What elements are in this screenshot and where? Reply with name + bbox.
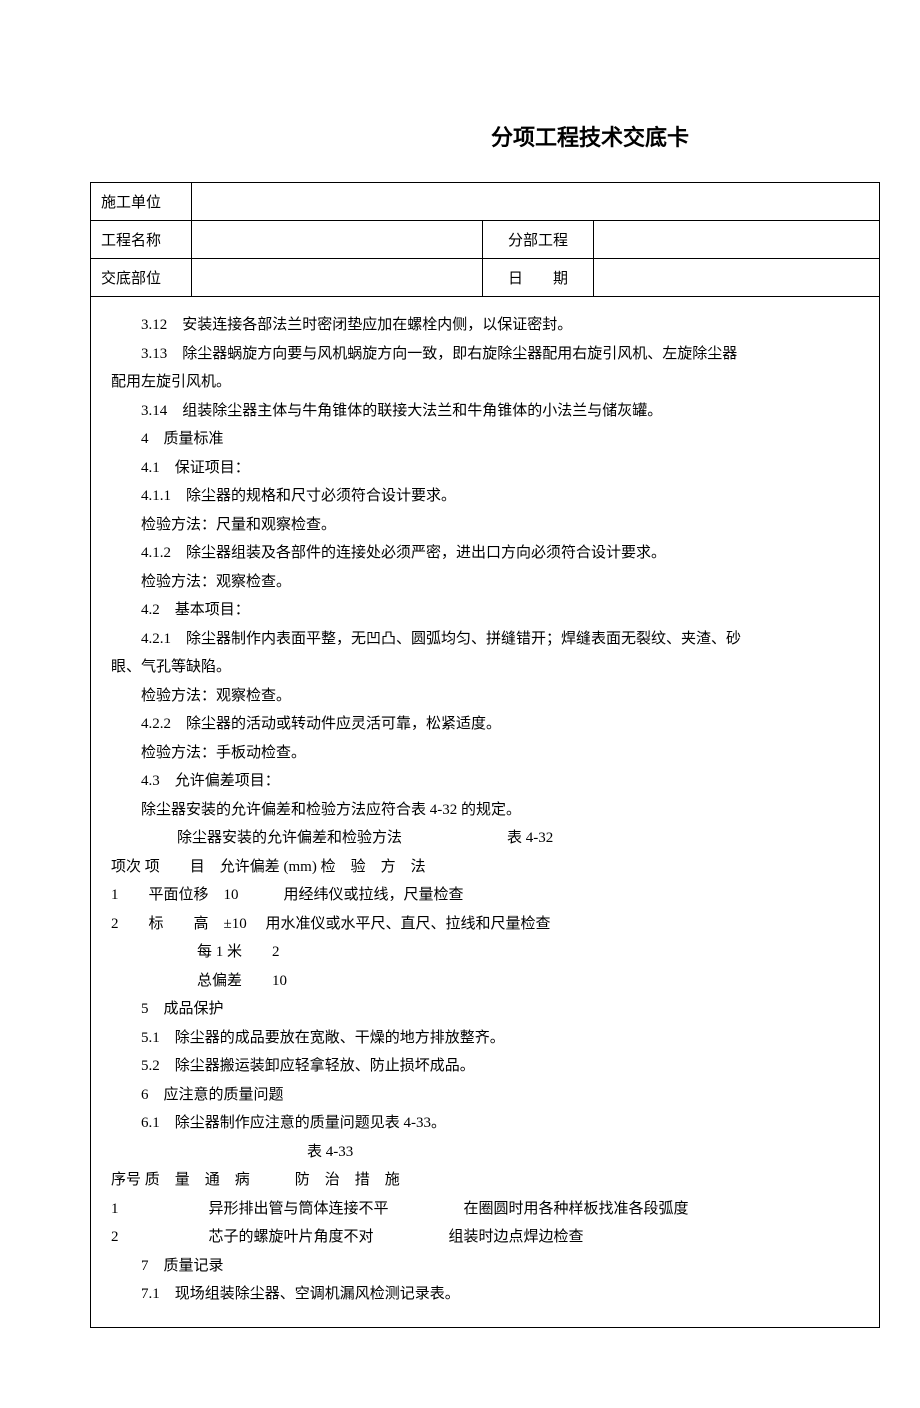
table-4-32-row4: 总偏差 10 bbox=[107, 967, 863, 996]
line-4-1-2: 4.1.2 除尘器组装及各部件的连接处必须严密，进出口方向必须符合设计要求。 bbox=[107, 539, 863, 568]
label-construction-unit: 施工单位 bbox=[91, 183, 192, 221]
line-4-2-1b: 眼、气孔等缺陷。 bbox=[107, 653, 863, 682]
table-4-32-title: 除尘器安装的允许偏差和检验方法 表 4-32 bbox=[107, 824, 863, 853]
line-6: 6 应注意的质量问题 bbox=[107, 1081, 863, 1110]
line-4-2-2: 4.2.2 除尘器的活动或转动件应灵活可靠，松紧适度。 bbox=[107, 710, 863, 739]
page-title: 分项工程技术交底卡 bbox=[300, 120, 880, 152]
line-6-1: 6.1 除尘器制作应注意的质量问题见表 4-33。 bbox=[107, 1109, 863, 1138]
line-check-3: 检验方法：观察检查。 bbox=[107, 682, 863, 711]
row-project-name: 工程名称 分部工程 bbox=[91, 221, 880, 259]
table-4-33-row1: 1 异形排出管与筒体连接不平 在圈圆时用各种样板找准各段弧度 bbox=[107, 1195, 863, 1224]
line-4-1-1: 4.1.1 除尘器的规格和尺寸必须符合设计要求。 bbox=[107, 482, 863, 511]
table-4-32-row1: 1 平面位移 10 用经纬仪或拉线，尺量检查 bbox=[107, 881, 863, 910]
content-cell: 3.12 安装连接各部法兰时密闭垫应加在螺栓内侧，以保证密封。 3.13 除尘器… bbox=[91, 297, 880, 1328]
label-disclosure-part: 交底部位 bbox=[91, 259, 192, 297]
table-4-33-header: 序号 质 量 通 病 防 治 措 施 bbox=[107, 1166, 863, 1195]
form-table: 施工单位 工程名称 分部工程 交底部位 日 期 3.12 安装连接各部法兰时密闭… bbox=[90, 182, 880, 1328]
table-4-33-row2: 2 芯子的螺旋叶片角度不对 组装时边点焊边检查 bbox=[107, 1223, 863, 1252]
line-7-1: 7.1 现场组装除尘器、空调机漏风检测记录表。 bbox=[107, 1280, 863, 1309]
row-construction-unit: 施工单位 bbox=[91, 183, 880, 221]
value-construction-unit bbox=[192, 183, 880, 221]
line-5-1: 5.1 除尘器的成品要放在宽敞、干燥的地方排放整齐。 bbox=[107, 1024, 863, 1053]
document-page: 分项工程技术交底卡 施工单位 工程名称 分部工程 交底部位 日 期 3.12 安… bbox=[0, 0, 920, 1408]
line-check-2: 检验方法：观察检查。 bbox=[107, 568, 863, 597]
line-4-2: 4.2 基本项目： bbox=[107, 596, 863, 625]
line-4-3: 4.3 允许偏差项目： bbox=[107, 767, 863, 796]
line-check-1: 检验方法：尺量和观察检查。 bbox=[107, 511, 863, 540]
value-date bbox=[594, 259, 880, 297]
line-3-14: 3.14 组装除尘器主体与牛角锥体的联接大法兰和牛角锥体的小法兰与储灰罐。 bbox=[107, 397, 863, 426]
row-body: 3.12 安装连接各部法兰时密闭垫应加在螺栓内侧，以保证密封。 3.13 除尘器… bbox=[91, 297, 880, 1328]
line-3-13b: 配用左旋引风机。 bbox=[107, 368, 863, 397]
line-4-1: 4.1 保证项目： bbox=[107, 454, 863, 483]
label-project-name: 工程名称 bbox=[91, 221, 192, 259]
line-4-3-desc: 除尘器安装的允许偏差和检验方法应符合表 4-32 的规定。 bbox=[107, 796, 863, 825]
table-4-32-header: 项次 项 目 允许偏差 (mm) 检 验 方 法 bbox=[107, 853, 863, 882]
table-4-33-title: 表 4-33 bbox=[107, 1138, 863, 1167]
label-subdivision: 分部工程 bbox=[483, 221, 594, 259]
line-4: 4 质量标准 bbox=[107, 425, 863, 454]
line-5: 5 成品保护 bbox=[107, 995, 863, 1024]
value-subdivision bbox=[594, 221, 880, 259]
line-4-2-1: 4.2.1 除尘器制作内表面平整，无凹凸、圆弧均匀、拼缝错开；焊缝表面无裂纹、夹… bbox=[107, 625, 863, 654]
value-disclosure-part bbox=[192, 259, 483, 297]
row-disclosure-part: 交底部位 日 期 bbox=[91, 259, 880, 297]
line-7: 7 质量记录 bbox=[107, 1252, 863, 1281]
table-4-32-row2: 2 标 高 ±10 用水准仪或水平尺、直尺、拉线和尺量检查 bbox=[107, 910, 863, 939]
line-5-2: 5.2 除尘器搬运装卸应轻拿轻放、防止损坏成品。 bbox=[107, 1052, 863, 1081]
line-3-13: 3.13 除尘器蜗旋方向要与风机蜗旋方向一致，即右旋除尘器配用右旋引风机、左旋除… bbox=[107, 340, 863, 369]
value-project-name bbox=[192, 221, 483, 259]
table-4-32-row3: 每 1 米 2 bbox=[107, 938, 863, 967]
line-3-12: 3.12 安装连接各部法兰时密闭垫应加在螺栓内侧，以保证密封。 bbox=[107, 311, 863, 340]
line-check-4: 检验方法：手板动检查。 bbox=[107, 739, 863, 768]
label-date: 日 期 bbox=[483, 259, 594, 297]
